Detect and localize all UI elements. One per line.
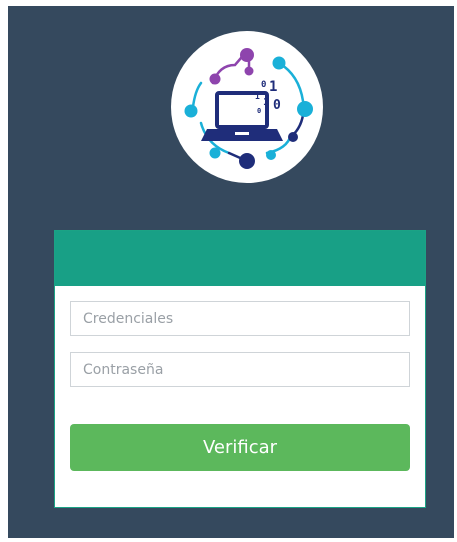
credentials-input[interactable] [70, 301, 410, 336]
svg-text:0: 0 [257, 107, 261, 115]
laptop-network-logo-icon: 0 1 1 1 0 0 [184, 48, 313, 169]
login-card: Verificar [54, 230, 426, 508]
svg-text:0: 0 [261, 80, 266, 90]
svg-text:1: 1 [263, 97, 269, 108]
svg-text:0: 0 [273, 98, 281, 113]
svg-text:1: 1 [269, 79, 277, 95]
svg-text:1: 1 [255, 92, 260, 101]
login-page: 0 1 1 1 0 0 Verificar [8, 6, 454, 538]
app-logo: 0 1 1 1 0 0 [171, 31, 323, 183]
login-card-header [55, 231, 425, 286]
password-input[interactable] [70, 352, 410, 387]
verify-button[interactable]: Verificar [70, 424, 410, 471]
